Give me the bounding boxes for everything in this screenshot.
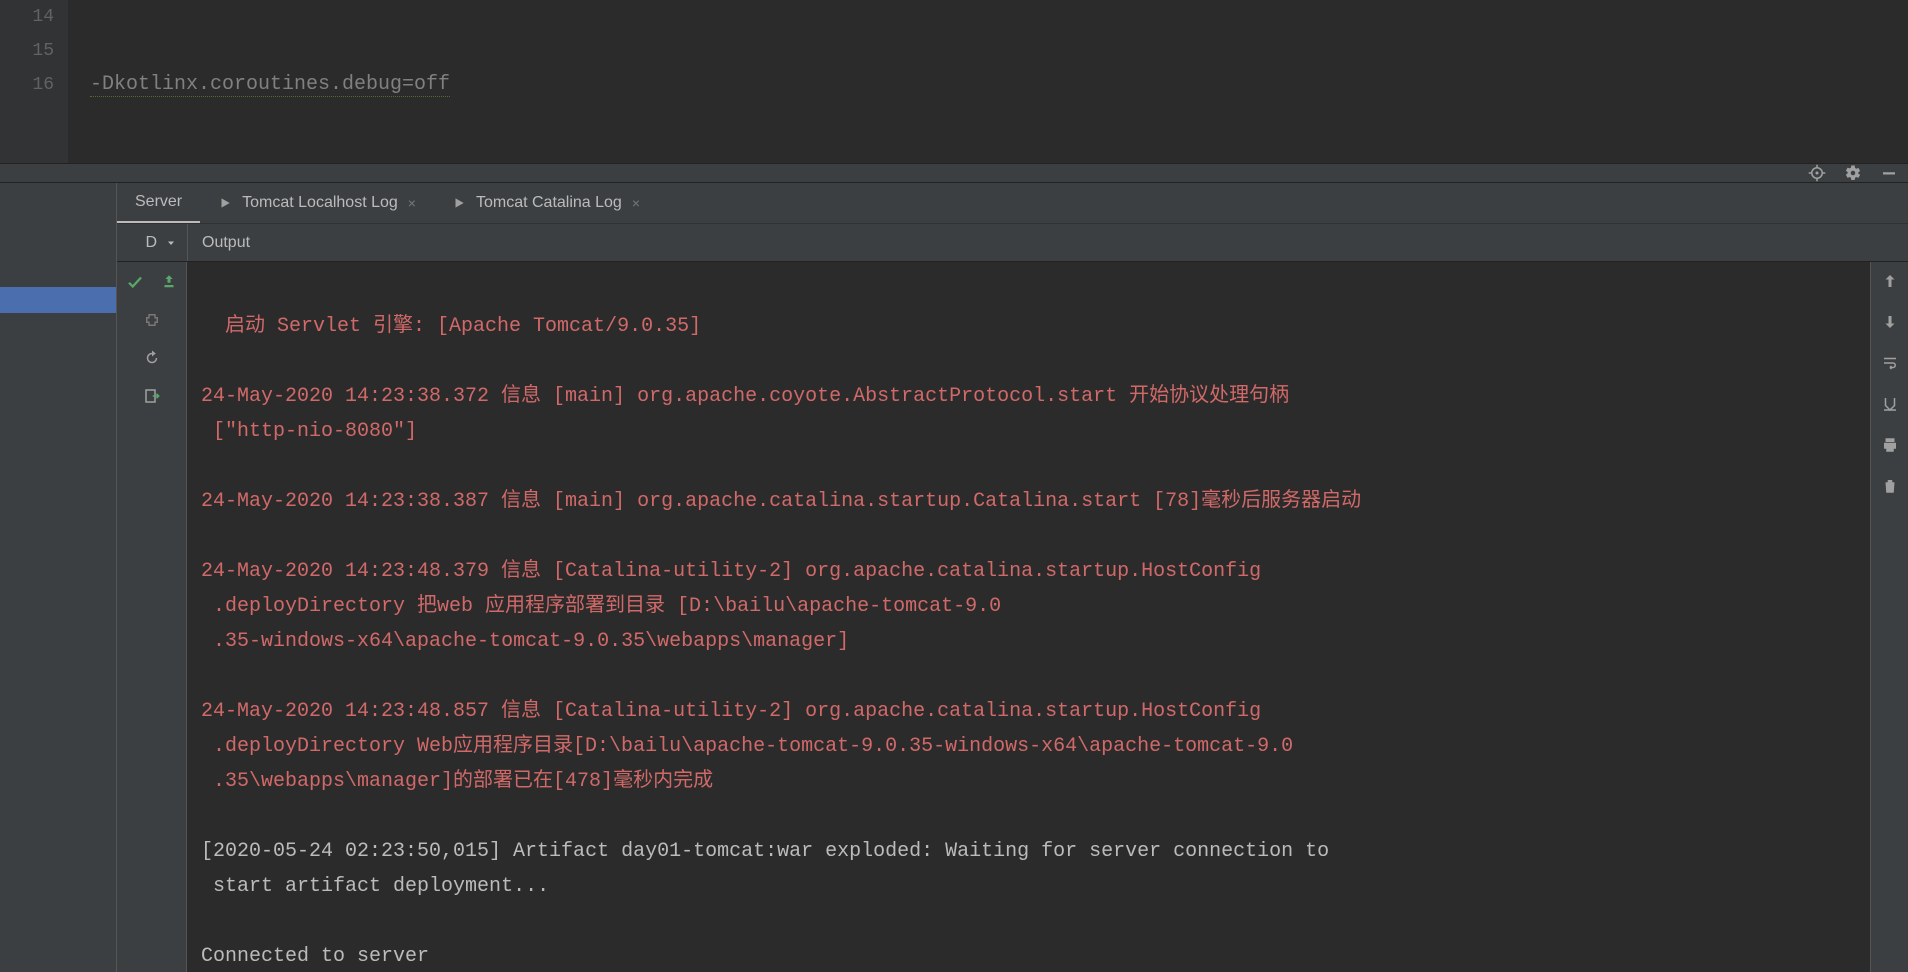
code-editor[interactable]: 14 15 16 -Dkotlinx.coroutines.debug=off … [0,0,1908,163]
log-line: [2020-05-24 02:23:50,015] Artifact day01… [201,834,1860,904]
filter-row: D Output [117,224,1908,262]
code-content[interactable]: -Dkotlinx.coroutines.debug=off -Djdk.mod… [68,0,1908,163]
right-toolbar [1870,262,1908,972]
log-line: 启动 Servlet 引擎: [Apache Tomcat/9.0.35] [201,309,1860,344]
play-icon [218,196,232,210]
deploy-icon[interactable] [159,272,179,292]
play-icon [452,196,466,210]
trash-icon[interactable] [1881,477,1899,500]
log-line: 24-May-2020 14:23:38.387 信息 [main] org.a… [201,484,1860,519]
code-line: -Dkotlinx.coroutines.debug=off [90,68,1908,102]
filter-dropdown[interactable]: D [117,234,187,252]
close-icon[interactable]: × [632,195,640,211]
scroll-end-icon[interactable] [1881,395,1899,418]
gear-icon[interactable] [1844,164,1862,182]
attach-icon[interactable] [142,310,162,330]
arrow-up-icon[interactable] [1881,272,1899,295]
editor-toolbar [0,163,1908,183]
tab-label: Tomcat Catalina Log [476,194,622,212]
tab-server[interactable]: Server [117,183,200,223]
filter-label: D [145,234,157,252]
target-icon[interactable] [1808,164,1826,182]
line-number: 14 [0,0,54,34]
left-gutter [0,183,117,972]
log-line: 24-May-2020 14:23:38.372 信息 [main] org.a… [201,379,1860,449]
panel-tabs: Server Tomcat Localhost Log × Tomcat Cat… [117,183,1908,224]
panel-body: Server Tomcat Localhost Log × Tomcat Cat… [117,183,1908,972]
softwrap-icon[interactable] [1881,354,1899,377]
exit-icon[interactable] [142,386,162,406]
output-label: Output [187,224,250,261]
left-toolbar [117,262,187,972]
minimize-icon[interactable] [1880,164,1898,182]
log-line: Connected to server [201,939,1860,972]
refresh-icon[interactable] [142,348,162,368]
log-line: 24-May-2020 14:23:48.379 信息 [Catalina-ut… [201,554,1860,659]
log-line: 24-May-2020 14:23:48.857 信息 [Catalina-ut… [201,694,1860,799]
line-number: 16 [0,68,54,102]
tab-catalina-log[interactable]: Tomcat Catalina Log × [434,183,658,223]
arrow-down-icon[interactable] [1881,313,1899,336]
console-output[interactable]: 启动 Servlet 引擎: [Apache Tomcat/9.0.35] 24… [187,262,1870,972]
line-gutter: 14 15 16 [0,0,68,163]
selection-highlight [0,287,116,313]
print-icon[interactable] [1881,436,1899,459]
console-container: 启动 Servlet 引擎: [Apache Tomcat/9.0.35] 24… [117,262,1908,972]
tab-label: Server [135,193,182,211]
tab-localhost-log[interactable]: Tomcat Localhost Log × [200,183,434,223]
line-number: 15 [0,34,54,68]
check-icon[interactable] [125,272,145,292]
chevron-down-icon [165,237,177,249]
close-icon[interactable]: × [408,195,416,211]
tab-label: Tomcat Localhost Log [242,194,398,212]
run-panel: Server Tomcat Localhost Log × Tomcat Cat… [0,183,1908,972]
